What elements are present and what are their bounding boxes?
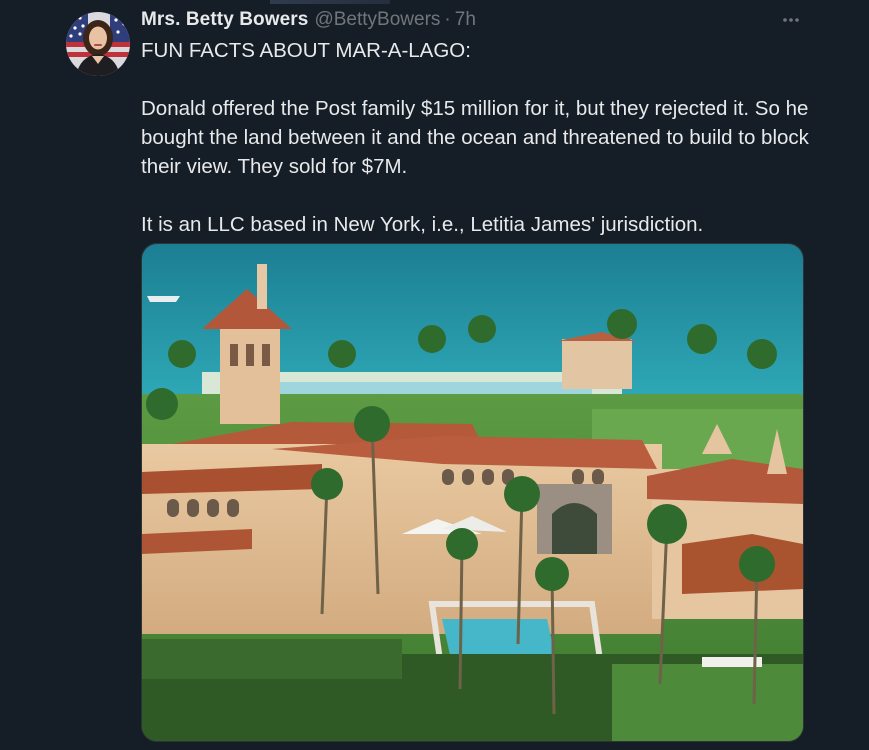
avatar-image <box>66 12 130 76</box>
tweet-line-paragraph-1: Donald offered the Post family $15 milli… <box>141 97 809 178</box>
tweet-line-paragraph-2: It is an LLC based in New York, i.e., Le… <box>141 213 704 236</box>
previous-content-edge <box>270 0 390 4</box>
user-handle[interactable]: @BettyBowers <box>314 9 440 31</box>
display-name[interactable]: Mrs. Betty Bowers <box>141 9 308 31</box>
more-options-button[interactable] <box>778 9 804 31</box>
tweet-line-title: FUN FACTS ABOUT MAR-A-LAGO: <box>141 39 471 62</box>
tweet-post[interactable]: Mrs. Betty Bowers @BettyBowers · 7h FUN … <box>0 0 869 750</box>
separator-dot: · <box>444 9 451 30</box>
tweet-text: FUN FACTS ABOUT MAR-A-LAGO: Donald offer… <box>141 36 821 239</box>
tweet-media-image[interactable] <box>141 243 804 742</box>
timestamp[interactable]: 7h <box>455 9 476 31</box>
estate-aerial-photo <box>142 244 803 741</box>
tweet-header: Mrs. Betty Bowers @BettyBowers · 7h <box>141 9 476 33</box>
more-options-icon <box>783 18 799 22</box>
avatar[interactable] <box>66 12 130 76</box>
